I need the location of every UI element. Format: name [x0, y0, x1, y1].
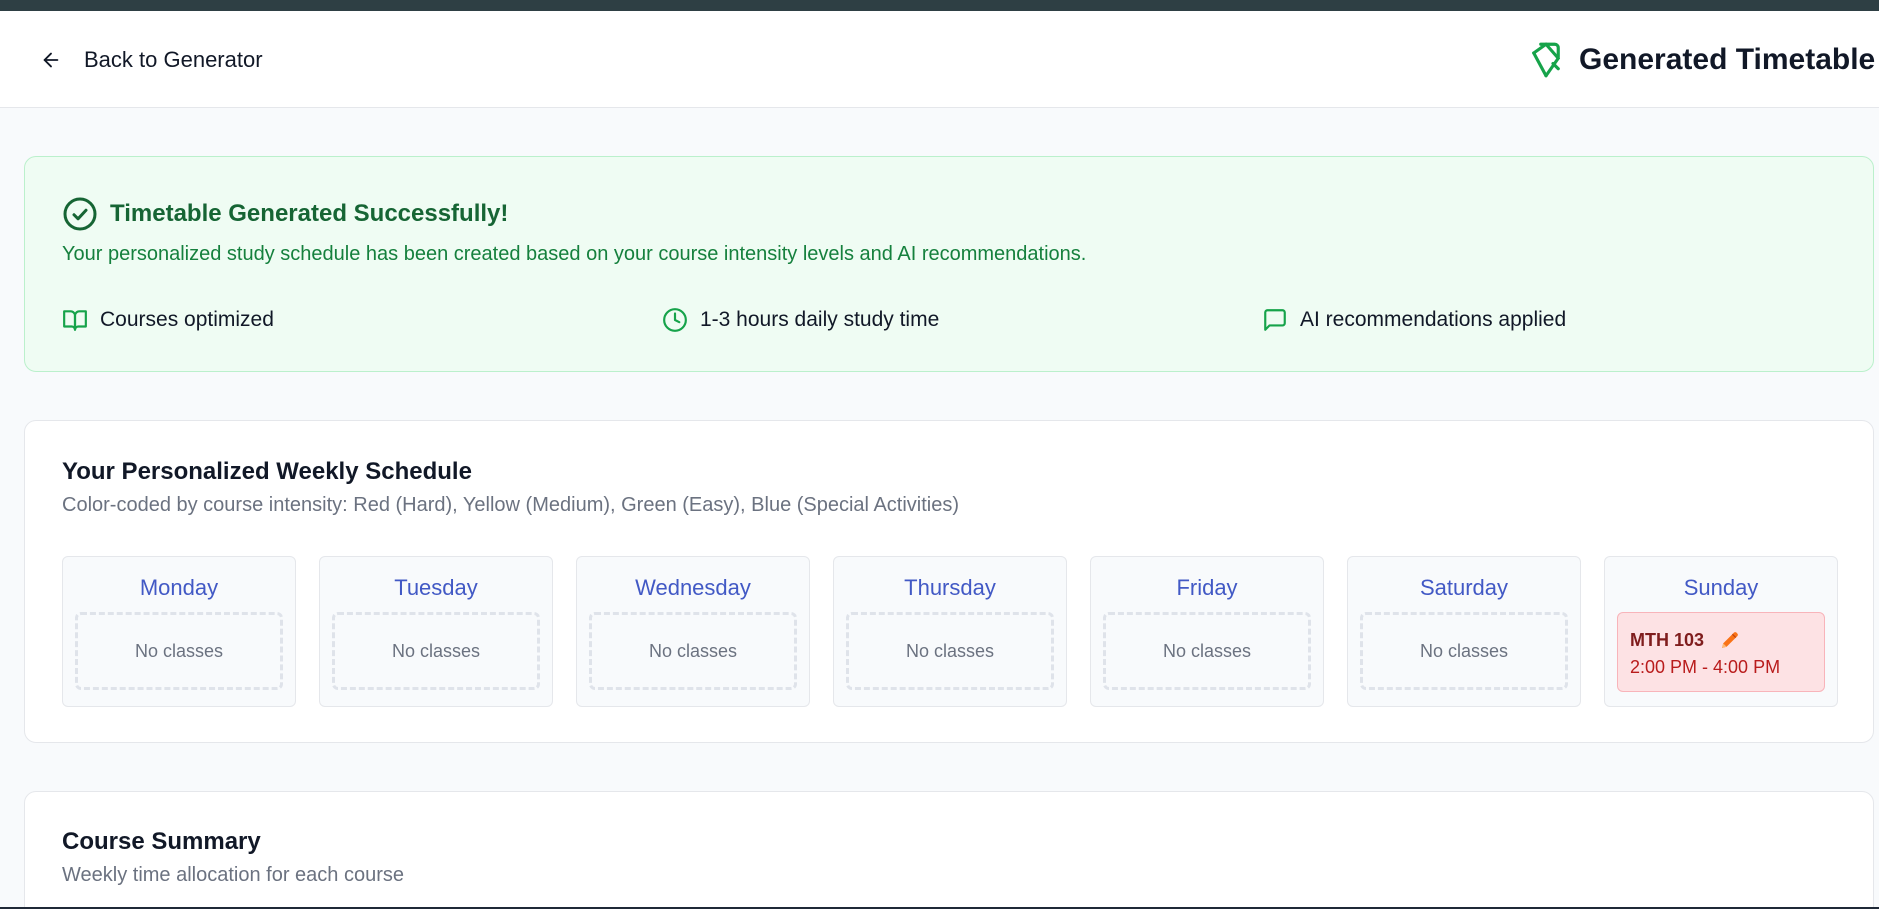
day-column-saturday: Saturday No classes: [1347, 556, 1581, 707]
check-circle-icon: [63, 197, 97, 231]
success-description: Your personalized study schedule has bee…: [62, 243, 1087, 265]
feature-courses-optimized: Courses optimized: [62, 307, 274, 333]
day-column-wednesday: Wednesday No classes: [576, 556, 810, 707]
pencil-icon[interactable]: [1718, 628, 1742, 652]
feature-label: 1-3 hours daily study time: [700, 308, 940, 331]
message-square-icon: [1264, 309, 1286, 331]
schedule-subtitle: Color-coded by course intensity: Red (Ha…: [62, 494, 960, 516]
feature-daily-study-time: 1-3 hours daily study time: [662, 307, 939, 333]
class-time: 2:00 PM - 4:00 PM: [1630, 657, 1781, 677]
class-block-hard[interactable]: MTH 103 2:00 PM - 4:00 PM: [1617, 612, 1825, 692]
window-top-bar: [0, 0, 1879, 11]
book-open-icon: [63, 310, 87, 331]
day-column-friday: Friday No classes: [1090, 556, 1324, 707]
page-header: Back to Generator Generated Timetable: [0, 11, 1879, 108]
day-name: Wednesday: [635, 575, 751, 600]
empty-slot: No classes: [846, 612, 1054, 690]
day-column-tuesday: Tuesday No classes: [319, 556, 553, 707]
notebook-pen-icon: [1532, 42, 1560, 78]
success-banner: Timetable Generated Successfully! Your p…: [24, 156, 1874, 372]
brand: Generated Timetable: [1525, 39, 1875, 81]
feature-ai-recommendations: AI recommendations applied: [1262, 307, 1566, 333]
feature-label: AI recommendations applied: [1300, 308, 1567, 331]
weekly-schedule-card: Your Personalized Weekly Schedule Color-…: [24, 420, 1874, 743]
summary-subtitle: Weekly time allocation for each course: [62, 864, 405, 886]
day-name: Friday: [1176, 575, 1238, 600]
clock-icon: [663, 308, 687, 332]
day-name: Sunday: [1683, 575, 1759, 600]
page-title: Generated Timetable: [1579, 43, 1876, 76]
day-column-monday: Monday No classes: [62, 556, 296, 707]
feature-label: Courses optimized: [100, 308, 274, 331]
day-column-thursday: Thursday No classes: [833, 556, 1067, 707]
day-column-sunday: Sunday MTH 103 2:00 PM - 4:00 PM: [1604, 556, 1838, 707]
empty-slot: No classes: [1360, 612, 1568, 690]
empty-slot: No classes: [75, 612, 283, 690]
arrow-left-icon: [43, 52, 59, 68]
success-heading: Timetable Generated Successfully!: [62, 196, 508, 232]
day-name: Saturday: [1419, 575, 1509, 600]
empty-slot: No classes: [332, 612, 540, 690]
back-to-generator-link[interactable]: Back to Generator: [40, 47, 263, 73]
schedule-title: Your Personalized Weekly Schedule: [62, 458, 472, 485]
success-title: Timetable Generated Successfully!: [110, 200, 509, 227]
day-name: Thursday: [904, 575, 996, 600]
empty-slot: No classes: [589, 612, 797, 690]
summary-title: Course Summary: [62, 828, 261, 855]
day-name: Tuesday: [394, 575, 478, 600]
class-code: MTH 103: [1630, 630, 1705, 650]
day-name: Monday: [139, 575, 219, 600]
empty-slot: No classes: [1103, 612, 1311, 690]
back-link-label: Back to Generator: [84, 47, 263, 72]
course-summary-card: Course Summary Weekly time allocation fo…: [24, 791, 1874, 909]
